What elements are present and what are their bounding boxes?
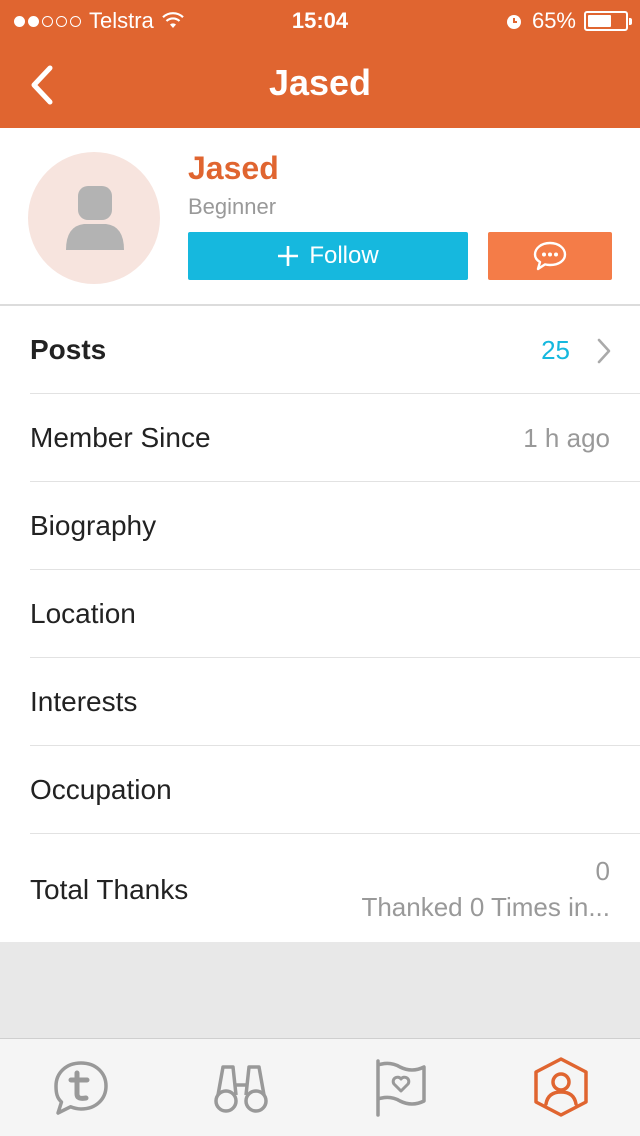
biography-label: Biography (30, 510, 157, 541)
navigation-bar: Telstra 15:04 65% Jased (0, 0, 640, 128)
location-label: Location (30, 598, 136, 629)
username: Jased (188, 150, 279, 186)
total-thanks-row: Total Thanks 0 Thanked 0 Times in... (30, 834, 640, 942)
posts-count: 25 (541, 335, 570, 365)
occupation-label: Occupation (30, 774, 172, 805)
member-since-row: Member Since 1 h ago (30, 394, 640, 482)
binoculars-icon[interactable] (206, 1057, 276, 1119)
chat-bubble-icon (533, 241, 567, 271)
profile-info-list: Posts 25 Member Since 1 h ago Biography … (0, 306, 640, 942)
posts-label: Posts (30, 334, 107, 365)
user-rank: Beginner (188, 194, 277, 219)
member-since-label: Member Since (30, 422, 211, 453)
chevron-right-icon (597, 338, 611, 364)
empty-area (0, 942, 640, 1038)
follow-button[interactable]: Follow (188, 232, 468, 280)
user-placeholder-icon (66, 186, 124, 250)
follow-label: Follow (309, 242, 379, 269)
battery-icon (584, 11, 632, 31)
avatar[interactable] (28, 152, 160, 284)
message-button[interactable] (488, 232, 612, 280)
interests-row: Interests (30, 658, 640, 746)
location-row: Location (30, 570, 640, 658)
status-bar: Telstra 15:04 65% (0, 0, 640, 40)
plus-icon (278, 246, 299, 266)
flag-heart-icon[interactable] (366, 1057, 436, 1119)
occupation-row: Occupation (30, 746, 640, 834)
profile-header: Jased Beginner Follow (0, 128, 640, 306)
total-thanks-value: 0 (595, 856, 610, 886)
total-thanks-subvalue: Thanked 0 Times in... (361, 892, 610, 922)
biography-row: Biography (30, 482, 640, 570)
total-thanks-label: Total Thanks (30, 874, 189, 905)
interests-label: Interests (30, 686, 138, 717)
member-since-value: 1 h ago (523, 423, 610, 453)
profile-icon[interactable] (526, 1057, 596, 1119)
tab-bar (0, 1038, 640, 1136)
battery-percent: 65% (531, 8, 576, 33)
page-title: Jased (268, 62, 372, 103)
alarm-icon (506, 15, 521, 29)
posts-row[interactable]: Posts 25 (30, 306, 640, 394)
tapatalk-icon[interactable] (46, 1057, 116, 1119)
